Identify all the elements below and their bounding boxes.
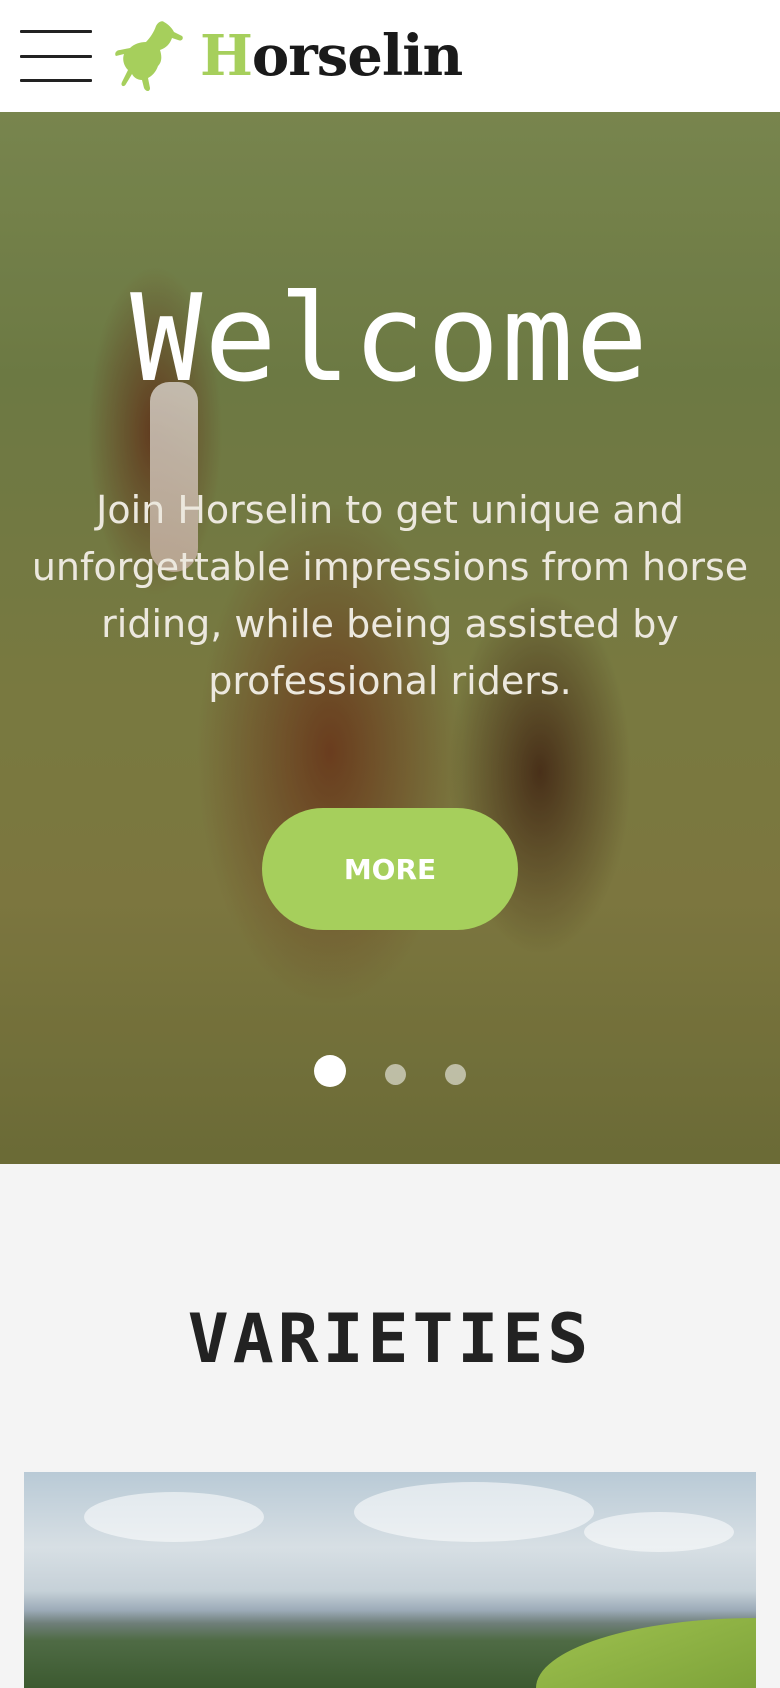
cloud-shape: [584, 1512, 734, 1552]
slider-pagination: [0, 1055, 780, 1095]
slide-dot-3[interactable]: [445, 1064, 466, 1085]
variety-card-image[interactable]: [24, 1472, 756, 1688]
hero-slider: Welcome Join Horselin to get unique and …: [0, 112, 780, 1164]
cloud-shape: [354, 1482, 594, 1542]
brand-first-letter: H: [200, 23, 253, 89]
hero-title: Welcome: [130, 270, 650, 409]
brand-name: Horselin: [200, 28, 463, 84]
menu-line: [20, 30, 92, 33]
site-logo[interactable]: Horselin: [112, 16, 463, 96]
green-hill: [536, 1618, 756, 1688]
menu-line: [20, 54, 92, 58]
slide-dot-1[interactable]: [314, 1055, 346, 1087]
hero-description: Join Horselin to get unique and unforget…: [31, 488, 749, 703]
cloud-shape: [84, 1492, 264, 1542]
more-button[interactable]: MORE: [262, 808, 518, 930]
brand-rest: orselin: [251, 23, 463, 89]
site-header: Horselin: [0, 0, 780, 112]
hamburger-menu-icon[interactable]: [20, 30, 92, 82]
hero-content: Welcome Join Horselin to get unique and …: [0, 112, 780, 1164]
rearing-horse-icon: [115, 21, 183, 91]
menu-line: [20, 79, 92, 82]
varieties-heading: VARIETIES: [187, 1300, 593, 1379]
slide-dot-2[interactable]: [385, 1064, 406, 1085]
